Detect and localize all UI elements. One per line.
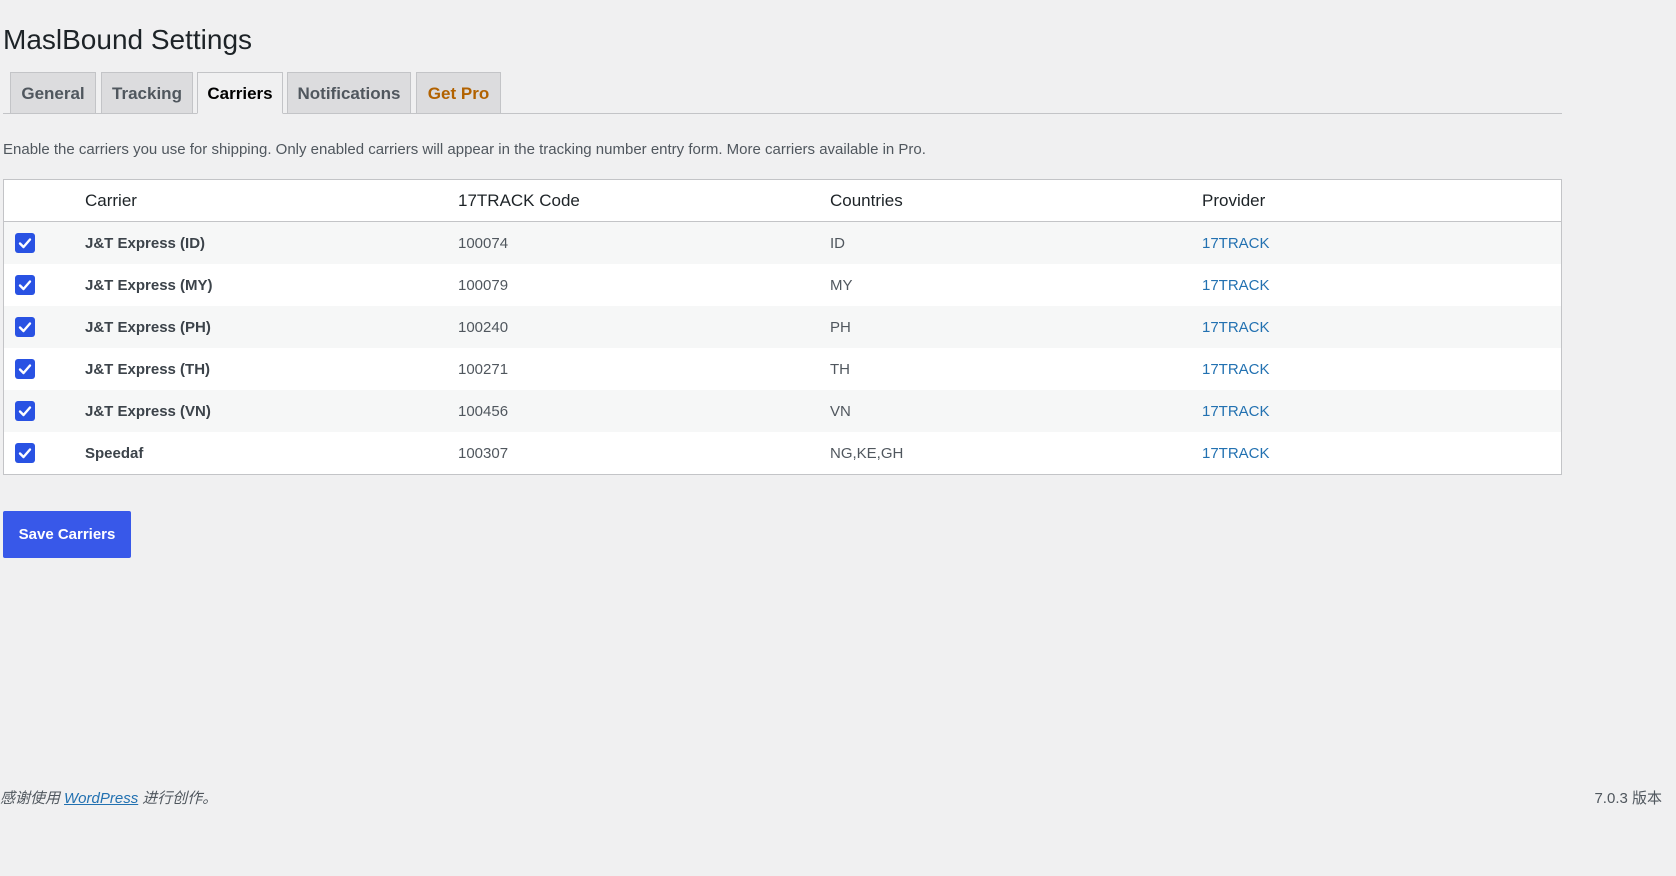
carrier-name: J&T Express (VN) <box>85 390 458 432</box>
carrier-code: 100074 <box>458 221 830 264</box>
carrier-code: 100456 <box>458 390 830 432</box>
table-row: J&T Express (MY) 100079 MY 17TRACK <box>4 264 1561 306</box>
header-carrier: Carrier <box>85 180 458 222</box>
carrier-enabled-checkbox[interactable] <box>15 233 35 253</box>
checkmark-icon <box>18 238 32 249</box>
carrier-countries: MY <box>830 264 1202 306</box>
page-title: MaslBound Settings <box>3 24 253 55</box>
carriers-description: Enable the carriers you use for shipping… <box>3 141 926 158</box>
checkmark-icon <box>18 448 32 459</box>
provider-link[interactable]: 17TRACK <box>1202 319 1270 336</box>
carrier-countries: TH <box>830 348 1202 390</box>
header-enabled <box>4 180 85 222</box>
carrier-code: 100079 <box>458 264 830 306</box>
tab-get-pro[interactable]: Get Pro <box>416 72 501 113</box>
table-row: J&T Express (VN) 100456 VN 17TRACK <box>4 390 1561 432</box>
tab-carriers[interactable]: Carriers <box>197 72 283 114</box>
footer-version: 7.0.3 版本 <box>1594 790 1662 807</box>
carrier-countries: NG,KE,GH <box>830 432 1202 474</box>
footer-thanks-prefix: 感谢使用 <box>0 790 61 807</box>
checkmark-icon <box>18 406 32 417</box>
table-row: Speedaf 100307 NG,KE,GH 17TRACK <box>4 432 1561 474</box>
carrier-name: J&T Express (PH) <box>85 306 458 348</box>
settings-tabs: General Tracking Carriers Notifications … <box>3 72 1562 114</box>
checkmark-icon <box>18 364 32 375</box>
carrier-enabled-checkbox[interactable] <box>15 275 35 295</box>
carrier-name: Speedaf <box>85 432 458 474</box>
tab-general[interactable]: General <box>10 72 96 113</box>
carrier-code: 100271 <box>458 348 830 390</box>
tab-notifications[interactable]: Notifications <box>287 72 411 113</box>
table-row: J&T Express (ID) 100074 ID 17TRACK <box>4 221 1561 264</box>
provider-link[interactable]: 17TRACK <box>1202 361 1270 378</box>
carrier-countries: VN <box>830 390 1202 432</box>
checkmark-icon <box>18 280 32 291</box>
carrier-enabled-checkbox[interactable] <box>15 317 35 337</box>
carrier-countries: PH <box>830 306 1202 348</box>
table-row: J&T Express (PH) 100240 PH 17TRACK <box>4 306 1561 348</box>
carrier-code: 100307 <box>458 432 830 474</box>
checkmark-icon <box>18 322 32 333</box>
provider-link[interactable]: 17TRACK <box>1202 403 1270 420</box>
footer-thanks: 感谢使用 WordPress 进行创作。 <box>0 787 217 808</box>
carrier-code: 100240 <box>458 306 830 348</box>
header-countries: Countries <box>830 180 1202 222</box>
footer-thanks-suffix: 进行创作。 <box>142 790 218 807</box>
tab-tracking[interactable]: Tracking <box>101 72 193 113</box>
header-provider: Provider <box>1202 180 1561 222</box>
save-carriers-button[interactable]: Save Carriers <box>3 511 131 558</box>
carrier-enabled-checkbox[interactable] <box>15 401 35 421</box>
carriers-table: Carrier 17TRACK Code Countries Provider … <box>3 179 1562 475</box>
provider-link[interactable]: 17TRACK <box>1202 277 1270 294</box>
table-row: J&T Express (TH) 100271 TH 17TRACK <box>4 348 1561 390</box>
provider-link[interactable]: 17TRACK <box>1202 445 1270 462</box>
table-header-row: Carrier 17TRACK Code Countries Provider <box>4 180 1561 222</box>
carrier-enabled-checkbox[interactable] <box>15 443 35 463</box>
wordpress-link[interactable]: WordPress <box>64 790 138 807</box>
carrier-name: J&T Express (MY) <box>85 264 458 306</box>
carrier-name: J&T Express (TH) <box>85 348 458 390</box>
carrier-enabled-checkbox[interactable] <box>15 359 35 379</box>
carrier-name: J&T Express (ID) <box>85 221 458 264</box>
provider-link[interactable]: 17TRACK <box>1202 235 1270 252</box>
header-17track-code: 17TRACK Code <box>458 180 830 222</box>
carrier-countries: ID <box>830 221 1202 264</box>
